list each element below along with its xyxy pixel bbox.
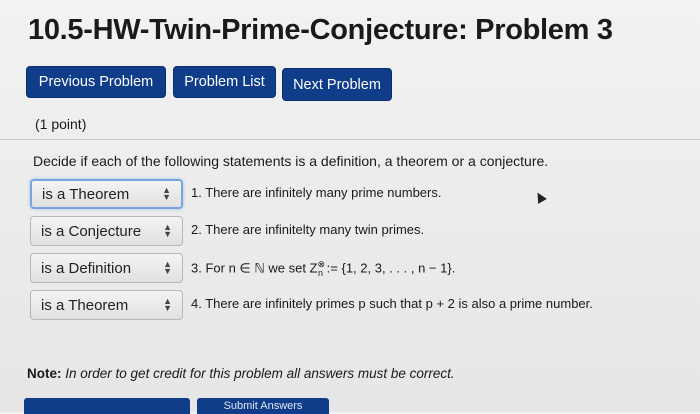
select-arrows-icon: ▲ ▼: [163, 259, 172, 276]
statement-2: 2. There are infinitelty many twin prime…: [191, 222, 425, 237]
statement-3-text: 3. For n ∈ ℕ we set Z: [191, 260, 318, 276]
statement-3-tail: := {1, 2, 3, . . . , n − 1}.: [323, 260, 456, 276]
divider: [0, 139, 700, 140]
note-text: In order to get credit for this problem …: [65, 366, 455, 381]
select-value: is a Conjecture: [41, 222, 142, 240]
mouse-cursor-icon: [533, 190, 547, 204]
select-arrows-icon: ▲ ▼: [163, 296, 172, 313]
select-value: is a Theorem: [42, 185, 130, 203]
page-title: 10.5-HW-Twin-Prime-Conjecture: Problem 3: [28, 14, 613, 46]
instructions: Decide if each of the following statemen…: [33, 153, 549, 169]
note: Note: In order to get credit for this pr…: [27, 366, 455, 381]
points-label: (1 point): [35, 116, 87, 132]
statement-3: 3. For n ∈ ℕ we set Z⊗n := {1, 2, 3, . .…: [191, 259, 455, 278]
statement-1: 1. There are infinitely many prime numbe…: [191, 185, 442, 200]
select-arrows-icon: ▲ ▼: [162, 185, 171, 202]
select-arrows-icon: ▲ ▼: [163, 222, 172, 239]
select-value: is a Definition: [41, 259, 132, 277]
statement-4: 4. There are infinitely primes p such th…: [191, 296, 593, 311]
answer-select-3[interactable]: is a Definition ▲ ▼: [30, 253, 183, 283]
previous-problem-button[interactable]: Previous Problem: [26, 66, 166, 98]
answer-select-4[interactable]: is a Theorem ▲ ▼: [30, 290, 183, 320]
answer-select-2[interactable]: is a Conjecture ▲ ▼: [30, 216, 183, 246]
select-value: is a Theorem: [41, 296, 129, 314]
next-problem-button[interactable]: Next Problem: [282, 68, 392, 101]
answer-select-1[interactable]: is a Theorem ▲ ▼: [30, 179, 183, 209]
note-label: Note:: [27, 366, 62, 381]
problem-list-button[interactable]: Problem List: [173, 66, 276, 98]
